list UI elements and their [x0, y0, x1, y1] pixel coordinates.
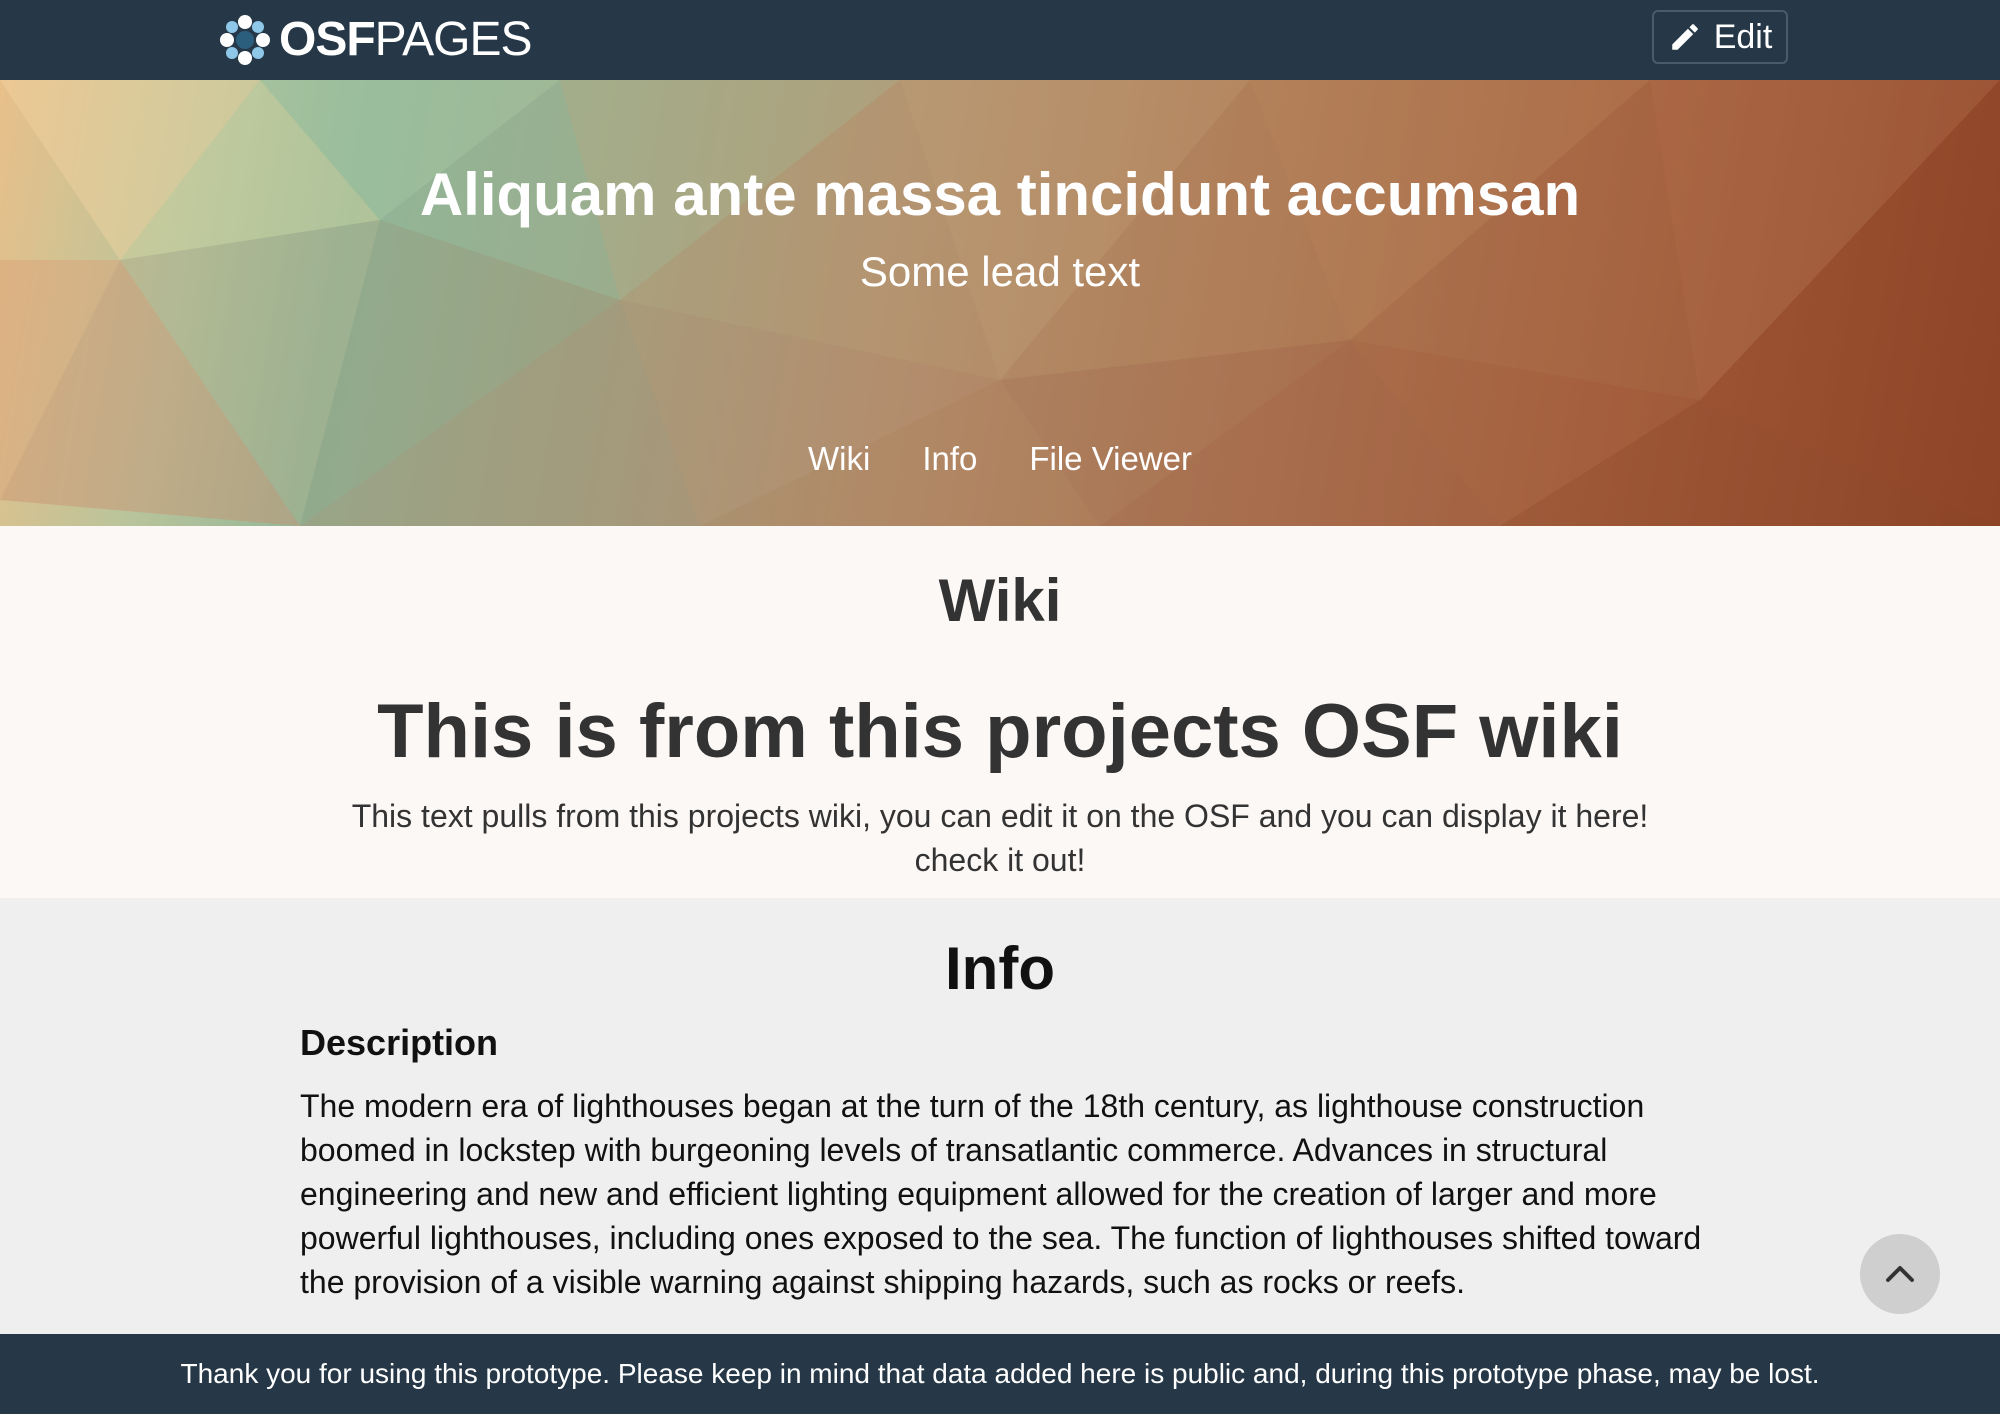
footer-notice-bar: Thank you for using this prototype. Plea… — [0, 1334, 2000, 1414]
wiki-body: This text pulls from this projects wiki,… — [351, 798, 1649, 878]
brand-link[interactable]: OSFPAGES — [217, 8, 533, 72]
nav-link-info[interactable]: Info — [922, 440, 977, 478]
nav-link-file-viewer[interactable]: File Viewer — [1029, 440, 1192, 478]
pencil-icon — [1671, 24, 1698, 50]
scroll-to-top-button[interactable] — [1860, 1234, 1940, 1314]
description-body: The modern era of lighthouses began at t… — [300, 1088, 1702, 1300]
footer-notice: Thank you for using this prototype. Plea… — [180, 1358, 1820, 1389]
page-title: Aliquam ante massa tincidunt accumsan — [419, 161, 1581, 228]
nav-link-wiki[interactable]: Wiki — [808, 440, 870, 478]
wiki-heading: This is from this projects OSF wiki — [377, 689, 1623, 774]
lead-text: Some lead text — [859, 248, 1141, 295]
hero-banner: Aliquam ante massa tincidunt accumsan So… — [0, 80, 2000, 526]
info-section: Info Description The modern era of light… — [0, 898, 2000, 1334]
edit-button[interactable]: Edit — [1652, 10, 1788, 64]
info-section-title: Info — [945, 935, 1055, 1002]
section-nav: Wiki Info File Viewer — [0, 440, 2000, 478]
brand-name: OSFPAGES — [279, 13, 533, 66]
osf-logo-icon — [220, 15, 270, 65]
wiki-section-title: Wiki — [938, 567, 1062, 634]
wiki-section: Wiki This is from this projects OSF wiki… — [0, 526, 2000, 898]
chevron-up-icon — [1886, 1266, 1914, 1282]
description-heading: Description — [300, 1022, 499, 1063]
edit-button-label: Edit — [1713, 17, 1773, 56]
top-navbar: OSFPAGES Edit — [0, 0, 2000, 80]
